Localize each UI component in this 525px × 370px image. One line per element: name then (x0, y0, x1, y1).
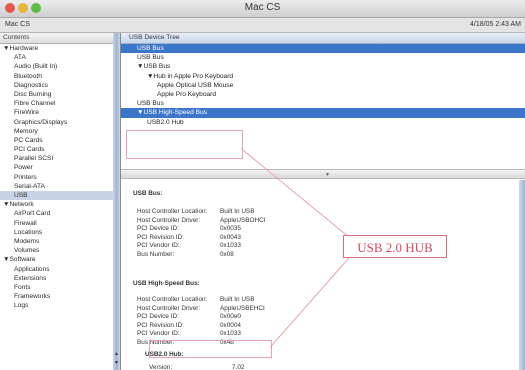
computer-name: Mac CS (5, 21, 30, 28)
tree-row[interactable]: USB2.0 Hub (121, 118, 525, 127)
detail-key: PCI Vendor ID: (137, 330, 180, 338)
sidebar-item[interactable]: Volumes (0, 246, 113, 255)
callout-box-tree (126, 130, 243, 159)
usb-hub-annotation-label: USB 2.0 HUB (343, 235, 447, 258)
sidebar-item[interactable]: Frameworks (0, 292, 113, 301)
detail-key: PCI Vendor ID: (137, 242, 180, 250)
detail-row: PCI Device ID: 0x0035 (137, 225, 241, 232)
sidebar-item[interactable]: ATA (0, 53, 113, 62)
detail-key: PCI Revision ID: (137, 233, 184, 241)
sidebar-item[interactable]: AirPort Card (0, 209, 113, 218)
detail-value: Built In USB (220, 208, 255, 215)
contents-sidebar: Contents ▼Hardware ATA Audio (Built In) Blu… (0, 33, 114, 370)
sidebar-item[interactable]: Graphics/Displays (0, 118, 113, 127)
detail-key: PCI Revision ID: (137, 321, 184, 329)
tree-row[interactable]: ▼USB Bus (121, 62, 525, 71)
sidebar-item[interactable]: Audio (Built In) (0, 62, 113, 71)
detail-key: PCI Device ID: (137, 225, 179, 233)
detail-key: Host Controller Driver: (137, 216, 201, 224)
detail-value: 7.02 (232, 364, 245, 370)
detail-value: AppleUSBEHCI (220, 304, 265, 312)
sidebar-item[interactable]: Diagnostics (0, 81, 113, 90)
detail-key: Host Controller Location: (137, 296, 208, 303)
timestamp: 4/18/05 2:43 AM (470, 21, 521, 28)
detail-row: Host Controller Driver: AppleUSBEHCI (137, 305, 265, 312)
detail-row: PCI Revision ID: 0x0043 (137, 234, 241, 241)
system-profiler-window: Mac CS Mac CS 4/18/05 2:43 AM Contents ▼… (0, 0, 525, 370)
detail-row: Bus Number: 0x08 (137, 251, 234, 258)
tree-row[interactable]: Apple Pro Keyboard (121, 90, 525, 99)
scroll-up-arrow-icon[interactable]: ▲ (114, 351, 119, 357)
sidebar-item[interactable]: Bluetooth (0, 72, 113, 81)
detail-value: Built In USB (220, 296, 255, 303)
tree-row[interactable]: USB Bus (121, 53, 525, 62)
tree-header: USB Device Tree (121, 33, 525, 44)
detail-value: 0x08 (220, 251, 234, 258)
sidebar-item[interactable]: Parallel SCSI (0, 154, 113, 163)
detail-value: 0x0004 (220, 321, 241, 329)
tree-list: USB Bus USB Bus ▼USB Bus ▼Hub in Apple Pro … (121, 44, 525, 127)
tree-row[interactable]: ▼USB High-Speed Bus (121, 108, 525, 118)
sidebar-item[interactable]: Printers (0, 173, 113, 182)
detail-value: 0x00e0 (220, 313, 241, 321)
sidebar-header: Contents (0, 33, 113, 44)
tree-row[interactable]: Apple Optical USB Mouse (121, 81, 525, 90)
detail-value: 0x0035 (220, 225, 241, 233)
detail-key: Host Controller Driver: (137, 304, 201, 312)
window-title: Mac CS (244, 2, 281, 13)
sidebar-item[interactable]: Firewall (0, 219, 113, 228)
sidebar-item[interactable]: Power (0, 163, 113, 172)
detail-row: PCI Revision ID: 0x0004 (137, 322, 241, 329)
sidebar-category[interactable]: ▼Network (0, 200, 113, 209)
detail-value: 0x1033 (220, 330, 241, 338)
main-panel: USB Device Tree USB Bus USB Bus ▼USB Bus ▼H… (121, 33, 525, 370)
detail-key: Version: (149, 364, 173, 370)
detail-scrollbar[interactable] (519, 180, 525, 370)
detail-value: 0x0043 (220, 233, 241, 241)
tree-row[interactable]: ▼Hub in Apple Pro Keyboard (121, 72, 525, 81)
callout-box-detail (149, 340, 272, 358)
sidebar-category[interactable]: ▼Hardware (0, 44, 113, 53)
sidebar-item[interactable]: Modems (0, 237, 113, 246)
sidebar-item[interactable]: Disc Burning (0, 90, 113, 99)
sidebar-item[interactable]: Locations (0, 228, 113, 237)
sidebar-item[interactable]: Serial-ATA (0, 182, 113, 191)
section-title-high-speed-bus: USB High-Speed Bus: (133, 280, 200, 287)
sidebar-item[interactable]: Logs (0, 301, 113, 310)
detail-value: AppleUSBOHCI (220, 216, 266, 224)
detail-row: Host Controller Driver: AppleUSBOHCI (137, 217, 265, 224)
detail-key: Bus Number: (137, 251, 175, 258)
sidebar-item[interactable]: Fibre Channel (0, 99, 113, 108)
sidebar-item[interactable]: Memory (0, 127, 113, 136)
sidebar-item[interactable]: PCI Cards (0, 145, 113, 154)
sidebar-category[interactable]: ▼Software (0, 255, 113, 264)
detail-value: 0x1033 (220, 242, 241, 250)
detail-row: PCI Device ID: 0x00e0 (137, 313, 241, 320)
section-title-usb-bus: USB Bus: (133, 190, 163, 197)
detail-row: Host Controller Location: Built In USB (137, 296, 254, 303)
detail-key: Host Controller Location: (137, 208, 208, 215)
sidebar-list: ▼Hardware ATA Audio (Built In) Bluetooth Dia… (0, 44, 113, 310)
sidebar-item[interactable]: Fonts (0, 283, 113, 292)
detail-row: PCI Vendor ID: 0x1033 (137, 242, 241, 249)
sidebar-item[interactable]: PC Cards (0, 136, 113, 145)
scroll-down-arrow-icon[interactable]: ▼ (114, 360, 119, 366)
detail-key: PCI Device ID: (137, 313, 179, 321)
detail-row: PCI Vendor ID: 0x1033 (137, 330, 241, 337)
sidebar-item[interactable]: Extensions (0, 274, 113, 283)
sidebar-item[interactable]: FireWire (0, 108, 113, 117)
sidebar-scrollbar[interactable]: ▲ ▼ (113, 33, 121, 370)
sidebar-item[interactable]: USB (0, 191, 113, 201)
divider-grip-icon: ▾ (326, 172, 330, 178)
sidebar-item[interactable]: Applications (0, 265, 113, 274)
detail-row: Version: 7.02 (149, 364, 244, 370)
detail-row: Host Controller Location: Built In USB (137, 208, 254, 215)
info-bar: Mac CS 4/18/05 2:43 AM (0, 18, 525, 33)
title-bar: Mac CS (0, 0, 525, 18)
tree-row[interactable]: USB Bus (121, 44, 525, 54)
tree-row[interactable]: USB Bus (121, 99, 525, 108)
